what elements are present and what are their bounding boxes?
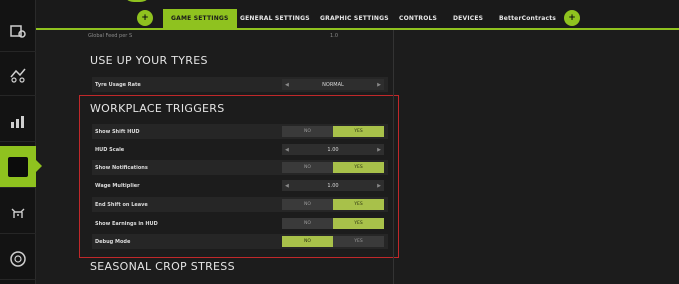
setting-label: Wage Multiplier [95,182,140,189]
setting-label: Show Shift HUD [95,128,140,135]
selector-box[interactable]: ◀ 1.00 ▶ [282,180,384,191]
toggle-no-option[interactable]: NO [282,199,333,210]
arrow-left-icon[interactable]: ◀ [285,82,289,88]
setting-label: HUD Scale [95,146,125,153]
chart-bars-icon[interactable] [0,100,36,142]
toggle-yes-option[interactable]: YES [333,236,384,247]
tab-controls[interactable]: CONTROLS [391,9,445,28]
section-title-seasonal-crop-stress: SEASONAL CROP STRESS [90,260,235,273]
setting-label: Show Earnings in HUD [95,220,158,227]
partial-setting-row: Global Feed per S 1.0 [88,32,388,40]
arrow-right-icon[interactable]: ▶ [377,183,381,189]
selector-value: NORMAL [322,81,344,88]
arrow-left-icon[interactable]: ◀ [285,147,289,153]
calendar-sun-icon-graphic [10,24,26,38]
tab-bettercontracts[interactable]: BetterContracts [491,9,564,28]
toggle-yes-option[interactable]: YES [333,199,384,210]
selector-box[interactable]: ◀ 1.00 ▶ [282,144,384,155]
active-indicator-arrow [36,160,42,172]
settings-active-icon[interactable] [0,146,36,188]
logo [122,0,152,2]
setting-row-show-shift-hud: Show Shift HUD NO YES [92,124,388,139]
tab-devices[interactable]: DEVICES [445,9,491,28]
tab-graphic-settings[interactable]: GRAPHIC SETTINGS [312,9,397,28]
scrollbar-track[interactable] [393,30,394,284]
cow-icon[interactable] [0,192,36,234]
help-circle-icon[interactable] [0,238,36,280]
sidebar [0,0,36,284]
toggle-no-option[interactable]: NO [282,236,333,247]
selector-value: 1.00 [327,182,339,189]
toggle-yes-option[interactable]: YES [333,126,384,137]
settings-active-square [8,156,28,177]
setting-row-wage-multiplier: Wage Multiplier ◀ 1.00 ▶ [92,178,388,193]
wage-multiplier-selector[interactable]: ◀ 1.00 ▶ [282,180,384,191]
setting-row-debug-mode: Debug Mode NO YES [92,234,388,249]
section-title-workplace-triggers: WORKPLACE TRIGGERS [90,102,225,115]
toggle-no-option[interactable]: NO [282,126,333,137]
setting-label: Debug Mode [95,238,131,245]
partial-row-value: 1.0 [330,33,338,39]
end-shift-on-leave-toggle[interactable]: NO YES [282,199,384,210]
arrow-left-icon[interactable]: ◀ [285,183,289,189]
next-tab-button[interactable]: + [564,10,580,26]
debug-mode-toggle[interactable]: NO YES [282,236,384,247]
help-circle-icon-graphic [10,250,26,267]
tyre-usage-selector[interactable]: ◀ NORMAL ▶ [282,79,384,90]
partial-row-label: Global Feed per S [88,33,133,39]
show-notifications-toggle[interactable]: NO YES [282,162,384,173]
toggle-yes-option[interactable]: YES [333,162,384,173]
setting-label: Tyre Usage Rate [95,81,141,88]
chart-bars-icon-graphic [11,115,24,128]
toggle-yes-option[interactable]: YES [333,218,384,229]
setting-row-show-notifications: Show Notifications NO YES [92,160,388,175]
setting-label: End Shift on Leave [95,201,148,208]
calendar-sun-icon[interactable] [0,10,36,52]
prev-tab-button[interactable]: + [137,10,153,26]
top-nav-bar: + GAME SETTINGS GENERAL SETTINGS GRAPHIC… [36,0,679,30]
tractor-icon-graphic [10,68,26,83]
hud-scale-selector[interactable]: ◀ 1.00 ▶ [282,144,384,155]
setting-row-hud-scale: HUD Scale ◀ 1.00 ▶ [92,142,388,157]
tab-game-settings[interactable]: GAME SETTINGS [163,9,237,28]
show-earnings-in-hud-toggle[interactable]: NO YES [282,218,384,229]
section-title-tyres: USE UP YOUR TYRES [90,54,208,67]
selector-box[interactable]: ◀ NORMAL ▶ [282,79,384,90]
setting-row-show-earnings-in-hud: Show Earnings in HUD NO YES [92,216,388,231]
setting-label: Show Notifications [95,164,148,171]
selector-value: 1.00 [327,146,339,153]
cow-icon-graphic [11,208,25,218]
tractor-icon[interactable] [0,54,36,96]
tab-general-settings[interactable]: GENERAL SETTINGS [232,9,318,28]
setting-row-end-shift-on-leave: End Shift on Leave NO YES [92,197,388,212]
toggle-no-option[interactable]: NO [282,218,333,229]
show-shift-hud-toggle[interactable]: NO YES [282,126,384,137]
setting-row-tyre-usage: Tyre Usage Rate ◀ NORMAL ▶ [92,77,388,92]
toggle-no-option[interactable]: NO [282,162,333,173]
arrow-right-icon[interactable]: ▶ [377,147,381,153]
arrow-right-icon[interactable]: ▶ [377,82,381,88]
